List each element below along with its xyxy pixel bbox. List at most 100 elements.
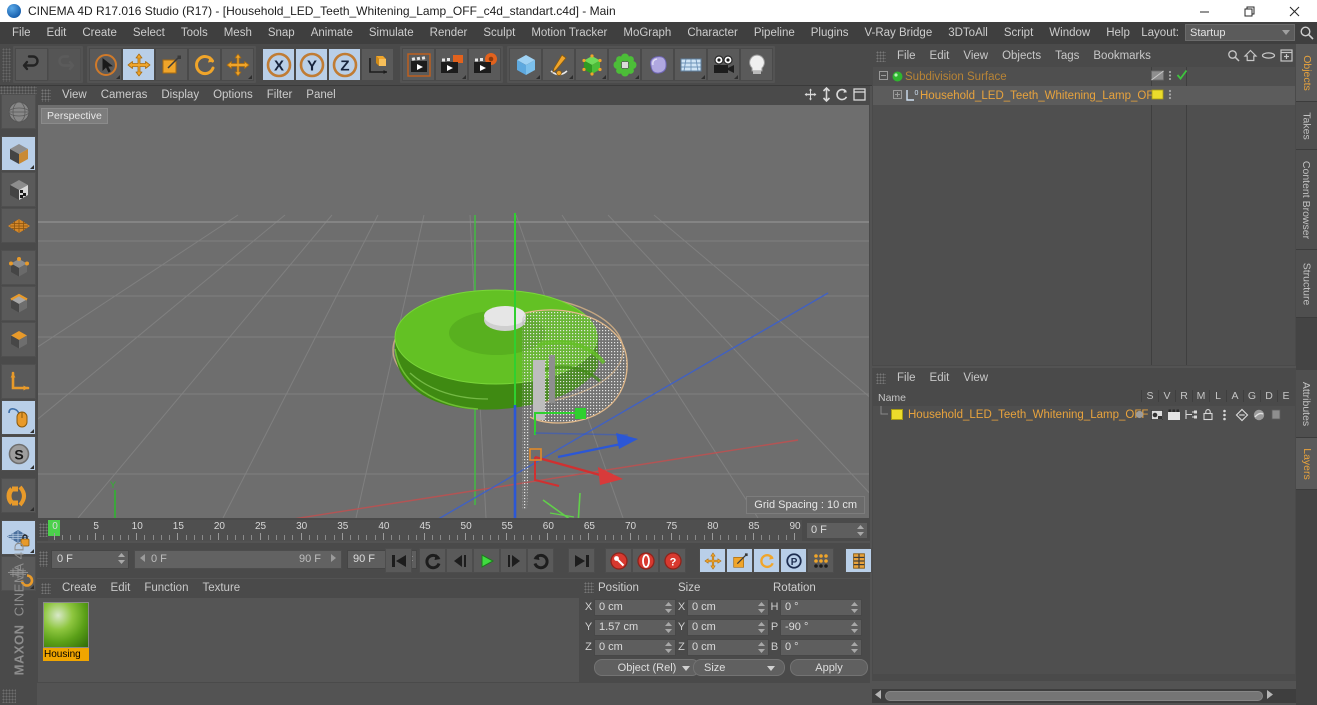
expand-collapse-icon[interactable] [893, 89, 904, 102]
scale-key-button[interactable] [726, 548, 753, 573]
soft-selection-button[interactable]: S [1, 436, 36, 471]
material-item[interactable]: Housing [43, 602, 89, 661]
material-menu-function[interactable]: Function [137, 579, 195, 597]
stepper-icon[interactable] [665, 601, 672, 613]
render-to-picture-viewer-button[interactable] [435, 48, 468, 81]
lock-y-axis-button[interactable]: Y [295, 48, 328, 81]
menu-window[interactable]: Window [1041, 22, 1098, 44]
menu-edit[interactable]: Edit [39, 22, 75, 44]
tab-takes[interactable]: Takes [1296, 102, 1317, 150]
layer-flag-s[interactable] [1131, 406, 1148, 423]
toolbar-grip[interactable] [2, 47, 11, 82]
add-deformer-button[interactable] [608, 48, 641, 81]
object-row-lamp[interactable]: 0 Household_LED_Teeth_Whitening_Lamp_OFF [873, 86, 1295, 105]
add-camera-button[interactable] [707, 48, 740, 81]
layer-color-swatch[interactable] [891, 409, 903, 420]
viewport-menu-cameras[interactable]: Cameras [94, 86, 155, 105]
menu-render[interactable]: Render [422, 22, 476, 44]
object-tree[interactable]: Subdivision Surface 0 Household_LED_Teet… [873, 67, 1295, 365]
material-thumbnail[interactable] [43, 602, 89, 648]
layer-menu-view[interactable]: View [956, 368, 995, 389]
material-menu-edit[interactable]: Edit [104, 579, 138, 597]
material-list[interactable]: Housing [38, 598, 579, 682]
render-view-button[interactable] [402, 48, 435, 81]
pan-icon[interactable] [804, 88, 817, 104]
menu-tools[interactable]: Tools [173, 22, 216, 44]
menu-sculpt[interactable]: Sculpt [475, 22, 523, 44]
scale-tool-button[interactable] [155, 48, 188, 81]
size-mode-select[interactable]: Size [693, 659, 785, 676]
add-cube-primitive-button[interactable] [509, 48, 542, 81]
record-active-objects-button[interactable] [605, 548, 632, 573]
go-to-end-button[interactable] [568, 548, 595, 573]
redo-button[interactable] [48, 48, 81, 81]
coordinates-grip[interactable] [584, 582, 594, 593]
object-row-subdivision-surface[interactable]: Subdivision Surface [873, 67, 1295, 86]
menu-select[interactable]: Select [125, 22, 173, 44]
layer-manager-grip[interactable] [876, 373, 886, 384]
close-button[interactable] [1272, 0, 1317, 22]
add-generator-button[interactable] [575, 48, 608, 81]
rotate-tool-button[interactable] [188, 48, 221, 81]
layer-manager-horizontal-scrollbar[interactable] [872, 689, 1296, 703]
position-x-field[interactable]: 0 cm [594, 598, 676, 616]
object-menu-file[interactable]: File [890, 46, 923, 66]
layer-flag-e[interactable] [1267, 406, 1284, 423]
stepper-icon[interactable] [851, 641, 858, 653]
menu-simulate[interactable]: Simulate [361, 22, 422, 44]
menu-animate[interactable]: Animate [303, 22, 361, 44]
menu-create[interactable]: Create [74, 22, 125, 44]
menu-3dtoall[interactable]: 3DToAll [940, 22, 996, 44]
dots-icon[interactable] [1168, 88, 1172, 104]
size-y-field[interactable]: 0 cm [687, 618, 769, 636]
tab-content-browser[interactable]: Content Browser [1296, 150, 1317, 250]
add-environment-button[interactable] [674, 48, 707, 81]
enable-snap-button[interactable] [1, 478, 36, 513]
size-z-field[interactable]: 0 cm [687, 638, 769, 656]
position-key-button[interactable] [699, 548, 726, 573]
frame-range-slider[interactable]: 0 F 90 F [134, 550, 342, 569]
scroll-right-arrow-icon[interactable] [1266, 690, 1273, 702]
coordinate-system-button[interactable] [361, 48, 394, 81]
menu-plugins[interactable]: Plugins [803, 22, 857, 44]
expand-icon[interactable] [1280, 49, 1293, 65]
add-spline-button[interactable] [542, 48, 575, 81]
bottom-left-resize-grip[interactable] [2, 689, 16, 703]
stepper-icon[interactable] [857, 525, 864, 536]
live-selection-button[interactable] [89, 48, 122, 81]
layer-flag-m[interactable] [1182, 406, 1199, 423]
layer-list[interactable]: Household_LED_Teeth_Whitening_Lamp_OFF [873, 406, 1295, 674]
points-mode-button[interactable] [1, 250, 36, 285]
menu-pipeline[interactable]: Pipeline [746, 22, 803, 44]
timeline-ruler[interactable]: 0 5 10 15 20 25 30 35 40 45 50 55 60 65 70 75 80 85 90 [48, 520, 802, 541]
viewport-menu-panel[interactable]: Panel [299, 86, 342, 105]
stepper-icon[interactable] [665, 641, 672, 653]
layer-flag-l[interactable] [1199, 406, 1216, 423]
menu-vray-bridge[interactable]: V-Ray Bridge [856, 22, 940, 44]
rotation-p-field[interactable]: -90 ° [780, 618, 862, 636]
go-to-start-button[interactable] [385, 548, 412, 573]
menu-motion-tracker[interactable]: Motion Tracker [523, 22, 615, 44]
stepper-icon[interactable] [851, 601, 858, 613]
layer-flag-g[interactable] [1233, 406, 1250, 423]
lock-x-axis-button[interactable]: X [262, 48, 295, 81]
hatched-tag-icon[interactable] [1151, 69, 1164, 85]
animation-toolbar-grip[interactable] [39, 551, 48, 567]
start-frame-field[interactable]: 0 F [51, 550, 129, 569]
object-manager-grip[interactable] [876, 50, 886, 62]
undo-button[interactable] [15, 48, 48, 81]
stepper-icon[interactable] [851, 621, 858, 633]
layer-menu-file[interactable]: File [890, 368, 923, 389]
maximize-button[interactable] [1227, 0, 1272, 22]
object-menu-objects[interactable]: Objects [995, 46, 1048, 66]
lock-z-axis-button[interactable]: Z [328, 48, 361, 81]
size-x-field[interactable]: 0 cm [687, 598, 769, 616]
layer-row[interactable]: Household_LED_Teeth_Whitening_Lamp_OFF [873, 406, 1295, 423]
apply-button[interactable]: Apply [790, 659, 868, 676]
timeline-toggle-button[interactable] [845, 548, 872, 573]
coordinate-mode-select[interactable]: Object (Rel) [594, 659, 700, 676]
render-settings-button[interactable] [468, 48, 501, 81]
viewport-solo-button[interactable] [1, 400, 36, 435]
object-menu-bookmarks[interactable]: Bookmarks [1086, 46, 1158, 66]
add-light-button[interactable] [740, 48, 773, 81]
